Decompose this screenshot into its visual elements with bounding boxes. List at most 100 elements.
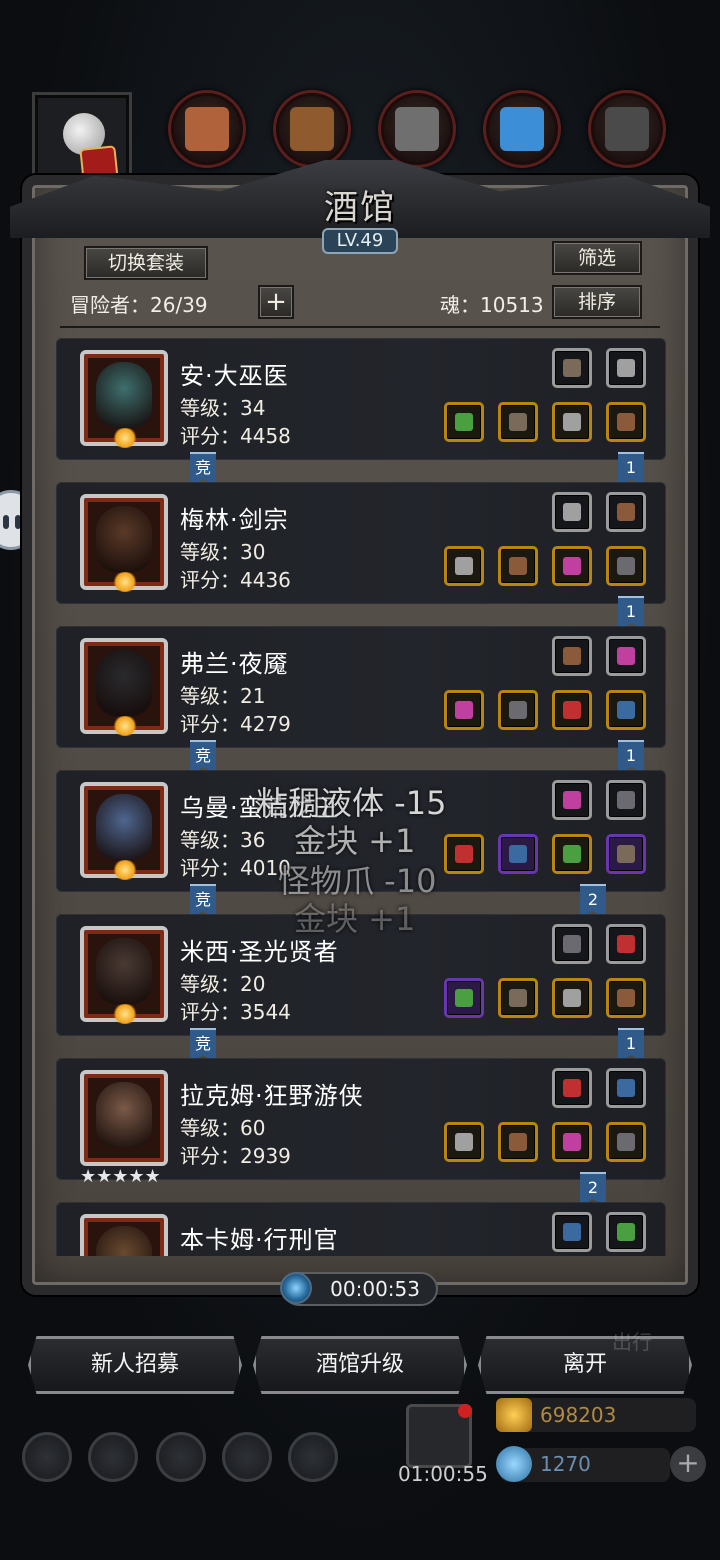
moon-badge-icon (112, 572, 138, 592)
equipment-slot[interactable] (552, 978, 592, 1018)
resource-iron[interactable] (378, 90, 456, 168)
resource-crystal[interactable] (483, 90, 561, 168)
hero-card[interactable]: ★★★★★ 拉克姆·狂野游侠 等级：60 评分：2939 (56, 1058, 666, 1187)
mail-icon[interactable] (222, 1432, 272, 1482)
equipment-slot[interactable] (444, 402, 484, 442)
leave-button[interactable]: 离开 (478, 1336, 692, 1394)
hero-card[interactable]: 弗兰·夜魇 等级：21 评分：4279 (56, 626, 666, 748)
equipment-slot[interactable] (552, 834, 592, 874)
equipment-slot[interactable] (606, 348, 646, 388)
equipment-slot[interactable] (552, 924, 592, 964)
purple-helmet-icon (509, 845, 527, 863)
equipment-slot[interactable] (498, 690, 538, 730)
bow-icon (563, 935, 581, 953)
equipment-slot[interactable] (606, 978, 646, 1018)
equipment-slot[interactable] (498, 546, 538, 586)
gold-amount: 698203 (540, 1403, 617, 1427)
hero-portrait[interactable] (80, 638, 168, 736)
equipment-slot[interactable] (606, 1068, 646, 1108)
gift-timer: 01:00:55 (398, 1462, 488, 1486)
gold-coin-icon (496, 1398, 532, 1432)
badge-icon[interactable] (88, 1432, 138, 1482)
hero-score: 评分：4436 (180, 568, 291, 592)
equipment-slot[interactable] (606, 780, 646, 820)
equipment-slot[interactable] (444, 978, 484, 1018)
equipment-slot[interactable] (444, 834, 484, 874)
hero-portrait[interactable] (80, 350, 168, 448)
amulet-icon (563, 413, 581, 431)
hero-portrait[interactable] (80, 1070, 168, 1166)
equipment-slot[interactable] (444, 690, 484, 730)
hero-card[interactable]: 本卡姆·行刑官 (56, 1202, 666, 1256)
stone-icon (617, 791, 635, 809)
equipment-slot[interactable] (552, 492, 592, 532)
boots-icon (563, 1133, 581, 1151)
hero-portrait[interactable] (80, 494, 168, 592)
add-gems-button[interactable]: + (670, 1446, 706, 1482)
equipment-slot[interactable] (552, 780, 592, 820)
dagger-icon (563, 1079, 581, 1097)
resource-dark-iron[interactable] (588, 90, 666, 168)
arena-tag: 竞 (190, 1028, 216, 1062)
equipment-slot[interactable] (606, 402, 646, 442)
equipment-slot[interactable] (444, 1122, 484, 1162)
equipment-slot[interactable] (606, 834, 646, 874)
resource-leather[interactable] (168, 90, 246, 168)
hero-card[interactable]: 安·大巫医 等级：34 评分：4458 (56, 338, 666, 460)
equipment-slot[interactable] (606, 546, 646, 586)
hero-level: 等级：21 (180, 684, 266, 708)
stone-icon (617, 503, 635, 521)
feather-icon (617, 359, 635, 377)
moon-badge-icon (112, 428, 138, 448)
equipment-slot[interactable] (552, 1068, 592, 1108)
equipment-slot[interactable] (552, 690, 592, 730)
equipment-slot[interactable] (606, 924, 646, 964)
hero-card[interactable]: 梅林·剑宗 等级：30 评分：4436 (56, 482, 666, 604)
hero-portrait[interactable] (80, 782, 168, 880)
equipment-slot[interactable] (552, 1212, 592, 1252)
equipment-slot[interactable] (552, 1122, 592, 1162)
tavern-screen: 酒馆 LV.49 切换套装 筛选 排序 + 冒险者：26/39 魂：10513 … (0, 0, 720, 1560)
moon-badge-icon (112, 716, 138, 736)
equipment-slot[interactable] (606, 690, 646, 730)
equipment-slot[interactable] (606, 1122, 646, 1162)
notification-dot (458, 1404, 472, 1418)
sort-button[interactable]: 排序 (552, 285, 642, 319)
book-icon[interactable] (156, 1432, 206, 1482)
player-avatar[interactable] (32, 92, 132, 184)
boots-icon (617, 557, 635, 575)
hero-portrait[interactable] (80, 1214, 168, 1256)
recruit-button[interactable]: 新人招募 (28, 1336, 242, 1394)
red-shield-icon (617, 701, 635, 719)
eye-icon (3, 515, 9, 529)
equipment-slot[interactable] (552, 636, 592, 676)
equipment-slot[interactable] (498, 834, 538, 874)
shield-icon[interactable] (288, 1432, 338, 1482)
equipment-slot[interactable] (552, 546, 592, 586)
equipment-slot[interactable] (606, 636, 646, 676)
hero-score: 评分：4010 (180, 856, 291, 880)
resource-wood[interactable] (273, 90, 351, 168)
hero-portrait[interactable] (80, 926, 168, 1024)
gem-amount: 1270 (540, 1452, 591, 1476)
sword-icon (455, 1133, 473, 1151)
filter-button[interactable]: 筛选 (552, 241, 642, 275)
equipment-slot[interactable] (498, 978, 538, 1018)
staff-icon (455, 413, 473, 431)
wood-plank-icon (617, 845, 635, 863)
dark-ingot-icon (605, 107, 649, 151)
equipment-slot[interactable] (606, 1212, 646, 1252)
hero-face-icon (96, 1226, 152, 1256)
add-slot-button[interactable]: + (258, 285, 294, 319)
equipment-slot[interactable] (552, 402, 592, 442)
equipment-slot[interactable] (498, 402, 538, 442)
equipment-slot[interactable] (552, 348, 592, 388)
settings-icon[interactable] (22, 1432, 72, 1482)
upgrade-tavern-button[interactable]: 酒馆升级 (253, 1336, 467, 1394)
arena-tag: 竞 (190, 452, 216, 486)
hero-score: 评分：4458 (180, 424, 291, 448)
equipment-slot[interactable] (498, 1122, 538, 1162)
equipment-slot[interactable] (606, 492, 646, 532)
switch-outfit-button[interactable]: 切换套装 (84, 246, 208, 280)
equipment-slot[interactable] (444, 546, 484, 586)
